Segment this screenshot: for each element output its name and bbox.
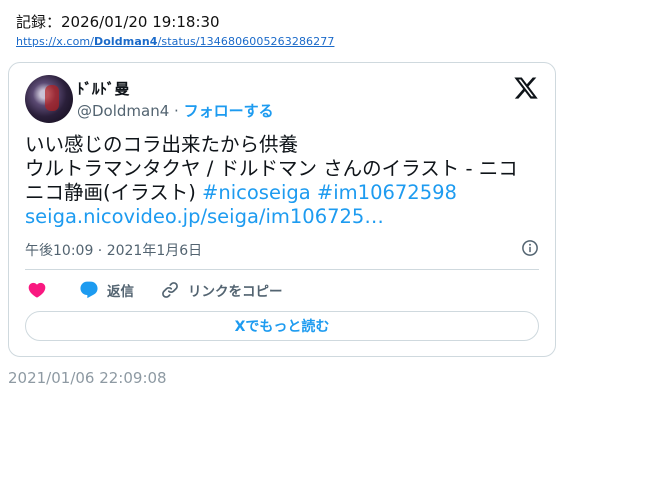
- tweet-external-link[interactable]: seiga.nicovideo.jp/seiga/im106725…: [25, 205, 384, 228]
- footer-date: 2021/01/06 22:09:08: [8, 369, 167, 387]
- tweet-timestamp[interactable]: 午後10:09 · 2021年1月6日: [25, 240, 202, 260]
- tweet-text-line1: いい感じのコラ出来たから供養: [25, 133, 299, 156]
- tweet-card: ﾄﾞﾙﾄﾞ曼 @Doldman4 · フォローする いい感じのコラ出来たから供養…: [8, 62, 556, 357]
- url-username: Doldman4: [94, 35, 158, 48]
- record-header: 記録：2026/01/20 19:18:30: [16, 13, 220, 31]
- avatar[interactable]: [25, 75, 73, 123]
- speech-bubble-icon: [79, 280, 99, 300]
- hashtag-im10672598[interactable]: #im10672598: [317, 181, 457, 204]
- info-icon[interactable]: [521, 239, 539, 257]
- hashtag-nicoseiga[interactable]: #nicoseiga: [202, 181, 311, 204]
- handle-row: @Doldman4 · フォローする: [77, 100, 274, 121]
- follow-button[interactable]: フォローする: [184, 102, 274, 120]
- reply-label: 返信: [107, 284, 134, 300]
- display-name[interactable]: ﾄﾞﾙﾄﾞ曼: [77, 78, 130, 99]
- like-button[interactable]: [27, 279, 47, 301]
- x-logo-icon[interactable]: [513, 75, 539, 101]
- user-handle[interactable]: @Doldman4: [77, 102, 169, 120]
- url-suffix: /status/1346806005263286277: [157, 35, 335, 48]
- source-url-link[interactable]: https://x.com/Doldman4/status/1346806005…: [16, 35, 334, 48]
- separator-dot: ·: [169, 102, 184, 120]
- heart-icon: [27, 280, 47, 300]
- reply-button[interactable]: 返信: [79, 279, 134, 301]
- read-more-button[interactable]: Xでもっと読む: [25, 311, 539, 341]
- divider: [25, 269, 539, 270]
- tweet-text: いい感じのコラ出来たから供養 ウルトラマンタクヤ / ドルドマン さんのイラスト…: [25, 133, 535, 229]
- copy-link-label: リンクをコピー: [188, 284, 283, 300]
- copy-link-button[interactable]: リンクをコピー: [160, 279, 283, 301]
- link-icon: [160, 280, 180, 300]
- url-prefix: https://x.com/: [16, 35, 95, 48]
